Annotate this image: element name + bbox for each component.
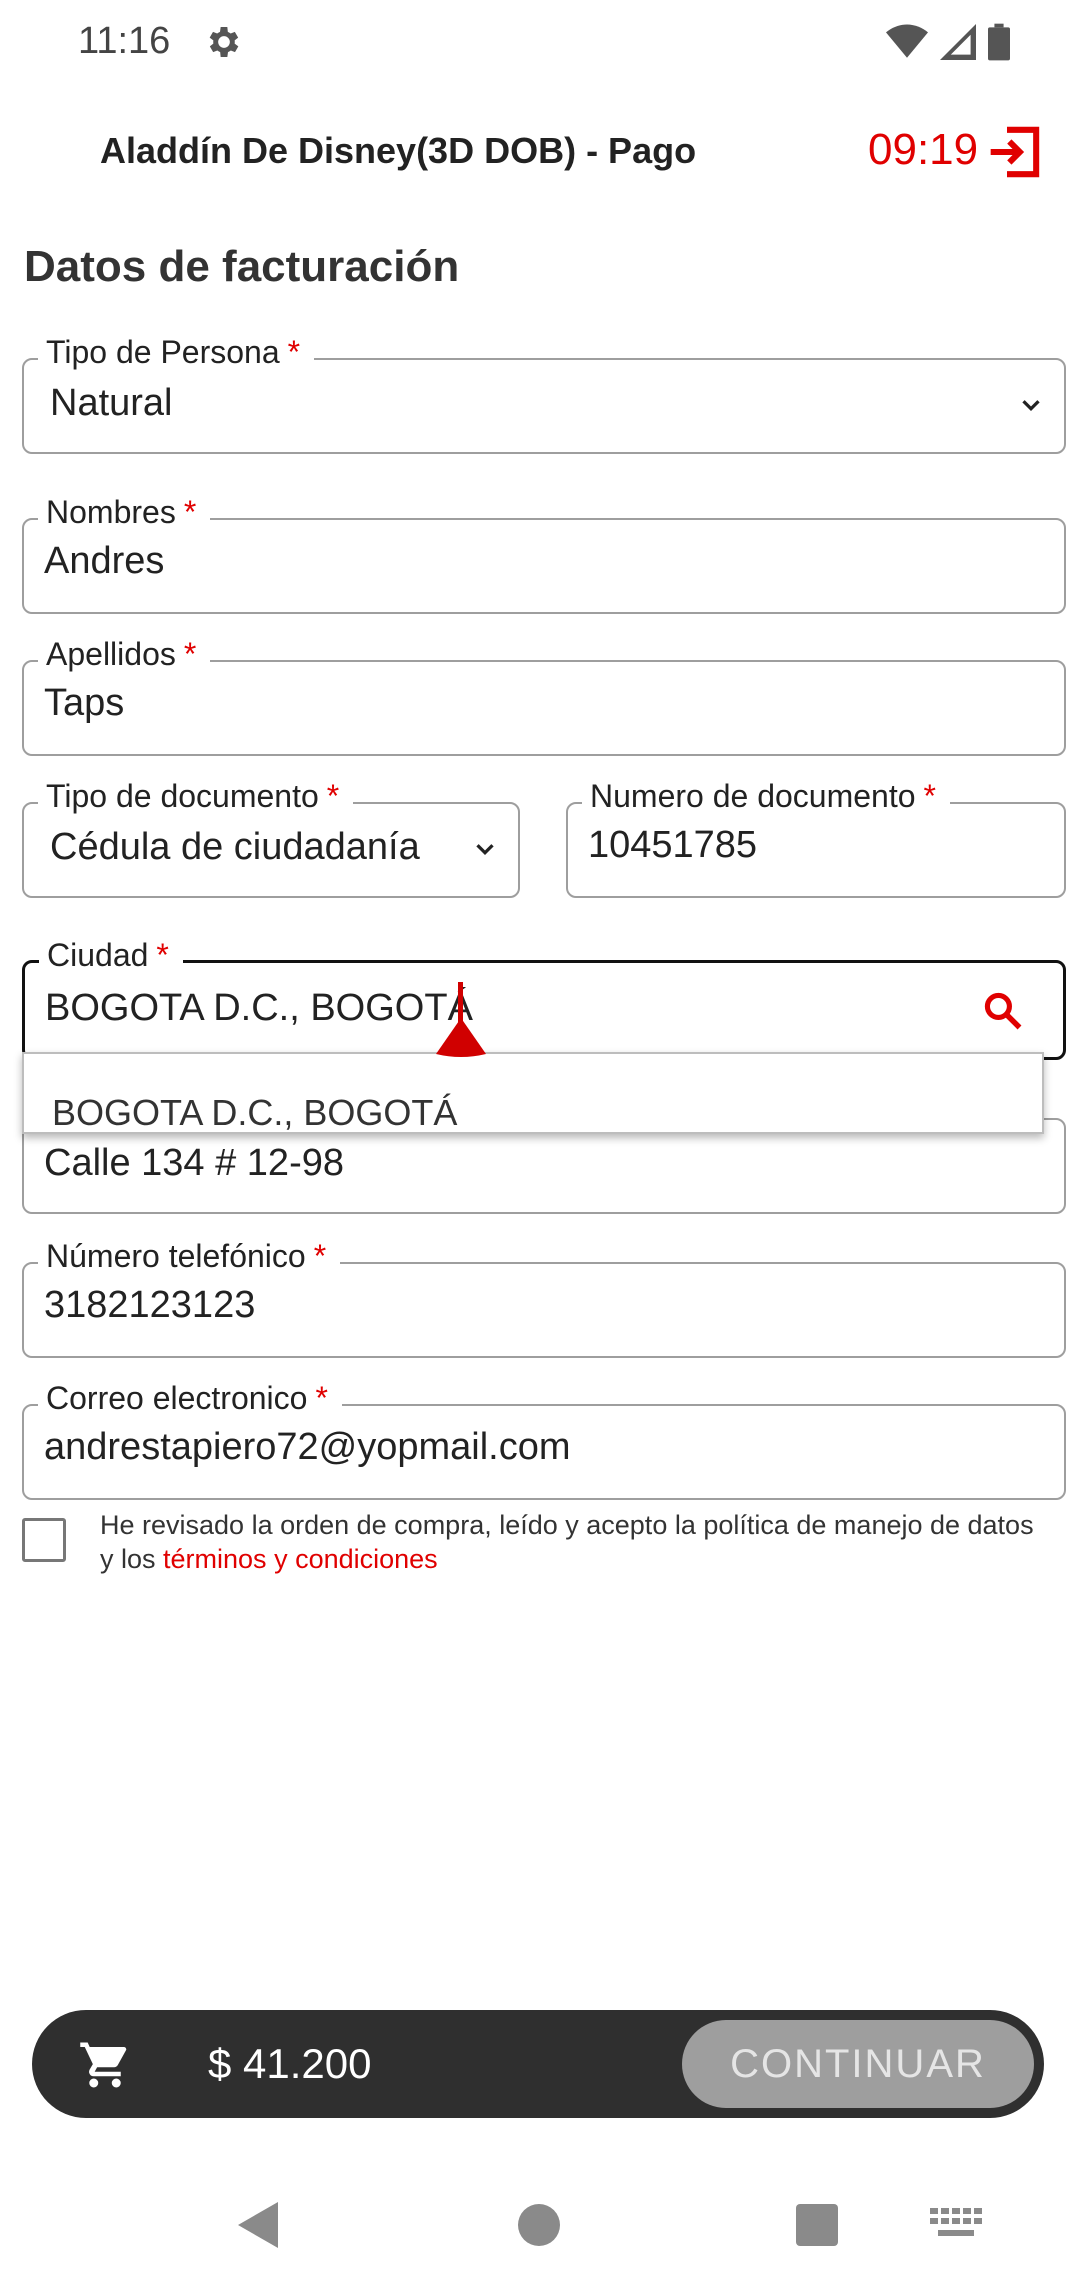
numero-documento-field[interactable]: Numero de documento * 10451785 [566,778,1066,898]
nombres-field[interactable]: Nombres * Andres [22,494,1066,614]
shopping-cart-icon [80,2042,127,2088]
chevron-down-icon [1022,400,1040,412]
apellidos-field[interactable]: Apellidos * Taps [22,636,1066,756]
terms-checkbox[interactable] [22,1518,66,1562]
tipo-persona-select[interactable]: Tipo de Persona * Natural [22,334,1066,454]
field-label: Numero de documento * [582,778,950,815]
field-label: Número telefónico * [38,1238,341,1275]
apellidos-value: Taps [44,682,125,724]
status-icons [886,22,1010,62]
city-suggestions-dropdown: BOGOTA D.C., BOGOTÁ [22,1052,1044,1134]
terms-link[interactable]: términos y condiciones [163,1544,438,1574]
settings-gear-icon [209,27,239,57]
field-label: Apellidos * [38,636,211,673]
numero-documento-value: 10451785 [588,824,758,866]
field-label: Nombres * [38,494,211,531]
wifi-icon [886,24,928,58]
battery-icon [988,23,1010,61]
home-icon[interactable] [518,2204,560,2246]
cart-bar: $ 41.200 CONTINUAR [32,2010,1044,2118]
direccion-value: Calle 134 # 12-98 [44,1142,344,1184]
system-navigation-bar [0,2160,1080,2280]
total-price: $ 41.200 [208,2040,372,2087]
continue-button[interactable]: CONTINUAR [682,2020,1034,2108]
correo-value: andrestapiero72@yopmail.com [44,1426,571,1468]
ciudad-value: BOGOTA D.C., BOGOTÁ [45,987,473,1029]
correo-field[interactable]: Correo electronico * andrestapiero72@yopm… [22,1380,1066,1500]
chevron-down-icon [476,844,494,856]
back-icon[interactable] [236,2202,280,2248]
tipo-documento-value: Cédula de ciudadanía [50,826,420,868]
field-label: Correo electronico * [38,1380,342,1417]
keyboard-icon[interactable] [930,2208,982,2242]
telefono-field[interactable]: Número telefónico * 3182123123 [22,1238,1066,1358]
section-title: Datos de facturación [24,242,460,291]
recent-apps-icon[interactable] [796,2204,838,2246]
ciudad-field[interactable]: Ciudad * BOGOTA D.C., BOGOTÁ [22,937,1066,1060]
nombres-value: Andres [44,540,165,582]
tipo-documento-select[interactable]: Tipo de documento * Cédula de ciudadanía [22,778,520,898]
cellular-signal-icon [940,24,976,60]
tipo-persona-value: Natural [50,382,173,424]
field-label: Tipo de documento * [38,778,354,815]
header: Aladdín De Disney(3D DOB) - Pago 09:19 [0,110,1080,200]
page-title: Aladdín De Disney(3D DOB) - Pago [100,130,697,171]
text-selection-handle[interactable] [434,1018,488,1058]
search-icon[interactable] [981,989,1025,1033]
field-label: Ciudad * [39,937,183,974]
session-timer: 09:19 [868,125,979,174]
status-time: 11:16 [78,20,171,62]
terms-text: He revisado la orden de compra, leído y … [100,1510,1034,1574]
exit-icon[interactable] [986,124,1042,180]
city-suggestion-item[interactable]: BOGOTA D.C., BOGOTÁ [52,1092,457,1134]
telefono-value: 3182123123 [44,1284,256,1326]
field-label: Tipo de Persona * [38,334,315,371]
status-bar: 11:16 [0,0,1080,88]
